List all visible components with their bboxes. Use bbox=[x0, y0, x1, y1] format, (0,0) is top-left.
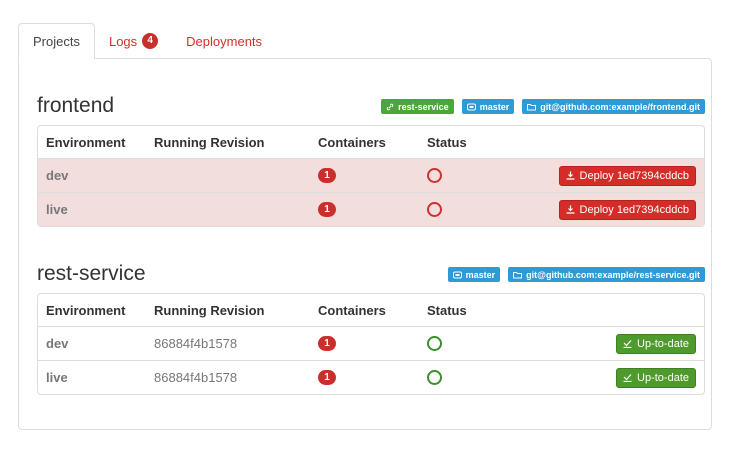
status-down-icon bbox=[427, 168, 442, 183]
up-to-date-button[interactable]: Up-to-date bbox=[616, 367, 696, 388]
containers-badge: 1 bbox=[318, 168, 336, 183]
repo-label-text: git@github.com:example/rest-service.git bbox=[526, 269, 700, 280]
containers-badge: 1 bbox=[318, 370, 336, 385]
check-download-icon bbox=[623, 340, 632, 348]
environments-table: Environment Running Revision Containers … bbox=[37, 125, 705, 227]
up-to-date-label: Up-to-date bbox=[637, 337, 689, 350]
header-status: Status bbox=[427, 134, 467, 150]
containers-cell: 1 bbox=[318, 159, 336, 192]
deploy-button-label: Deploy 1ed7394cddcb bbox=[579, 169, 689, 182]
status-cell bbox=[427, 159, 442, 192]
tab-bar: Projects Logs 4 Deployments bbox=[18, 23, 276, 59]
project-labels: master git@github.com:example/rest-servi… bbox=[447, 267, 705, 282]
branch-label[interactable]: master bbox=[447, 267, 501, 282]
project-frontend: frontend rest-service master git@github.… bbox=[37, 91, 705, 227]
folder-icon bbox=[527, 103, 537, 110]
action-cell: Up-to-date bbox=[616, 361, 696, 394]
header-environment: Environment bbox=[46, 134, 126, 150]
logs-count-badge: 4 bbox=[142, 33, 159, 49]
containers-badge: 1 bbox=[318, 336, 336, 351]
status-up-icon bbox=[427, 336, 442, 351]
env-name: dev bbox=[46, 336, 69, 351]
deploy-icon bbox=[566, 205, 575, 214]
tab-logs[interactable]: Logs 4 bbox=[95, 23, 172, 59]
up-to-date-button[interactable]: Up-to-date bbox=[616, 333, 696, 354]
action-cell: Deploy 1ed7394cddcb bbox=[558, 193, 696, 226]
branch-icon bbox=[452, 271, 462, 278]
repo-label[interactable]: git@github.com:example/frontend.git bbox=[522, 99, 705, 114]
containers-cell: 1 bbox=[318, 361, 336, 394]
projects-panel: frontend rest-service master git@github.… bbox=[18, 58, 712, 430]
tab-deployments[interactable]: Deployments bbox=[172, 23, 276, 59]
table-header-row: Environment Running Revision Containers … bbox=[38, 126, 704, 158]
up-to-date-label: Up-to-date bbox=[637, 371, 689, 384]
project-rest-service: rest-service master git@github.com:examp… bbox=[37, 259, 705, 395]
running-revision: 86884f4b1578 bbox=[154, 370, 238, 385]
check-download-icon bbox=[623, 374, 632, 382]
header-containers: Containers bbox=[318, 134, 386, 150]
status-up-icon bbox=[427, 370, 442, 385]
header-environment: Environment bbox=[46, 302, 126, 318]
deploy-icon bbox=[566, 171, 575, 180]
table-row: live 86884f4b1578 1 Up-to-date bbox=[38, 360, 704, 394]
header-status: Status bbox=[427, 302, 467, 318]
branch-icon bbox=[466, 103, 476, 110]
tab-projects-label: Projects bbox=[33, 33, 80, 49]
containers-badge: 1 bbox=[318, 202, 336, 217]
branch-label-text: master bbox=[479, 101, 510, 112]
table-row: dev 86884f4b1578 1 Up-to-date bbox=[38, 326, 704, 360]
deploy-button[interactable]: Deploy 1ed7394cddcb bbox=[558, 199, 696, 220]
tab-projects[interactable]: Projects bbox=[18, 23, 95, 59]
env-name: live bbox=[46, 202, 68, 217]
table-row: live 1 Deploy 1ed7394cddcb bbox=[38, 192, 704, 226]
action-cell: Deploy 1ed7394cddcb bbox=[558, 159, 696, 192]
header-revision: Running Revision bbox=[154, 302, 265, 318]
table-row: dev 1 Deploy 1ed7394cddcb bbox=[38, 158, 704, 192]
project-title: rest-service bbox=[37, 262, 146, 285]
project-title: frontend bbox=[37, 94, 115, 117]
environments-table: Environment Running Revision Containers … bbox=[37, 293, 705, 395]
tab-logs-label: Logs bbox=[108, 33, 138, 49]
link-icon bbox=[386, 103, 394, 110]
tab-deployments-label: Deployments bbox=[186, 33, 263, 49]
project-labels: rest-service master git@github.com:examp… bbox=[381, 99, 705, 114]
running-revision: 86884f4b1578 bbox=[154, 336, 238, 351]
branch-label[interactable]: master bbox=[461, 99, 515, 114]
repo-label[interactable]: git@github.com:example/rest-service.git bbox=[508, 267, 705, 282]
env-name: live bbox=[46, 370, 68, 385]
project-header: rest-service master git@github.com:examp… bbox=[37, 259, 705, 289]
branch-label-text: master bbox=[465, 269, 496, 280]
dependency-label[interactable]: rest-service bbox=[381, 99, 454, 114]
status-cell bbox=[427, 361, 442, 394]
deploy-button-label: Deploy 1ed7394cddcb bbox=[579, 203, 689, 216]
containers-cell: 1 bbox=[318, 193, 336, 226]
repo-label-text: git@github.com:example/frontend.git bbox=[540, 101, 700, 112]
status-cell bbox=[427, 193, 442, 226]
header-containers: Containers bbox=[318, 302, 386, 318]
header-revision: Running Revision bbox=[154, 134, 265, 150]
project-header: frontend rest-service master git@github.… bbox=[37, 91, 705, 121]
deploy-button[interactable]: Deploy 1ed7394cddcb bbox=[558, 165, 696, 186]
env-name: dev bbox=[46, 168, 69, 183]
table-header-row: Environment Running Revision Containers … bbox=[38, 294, 704, 326]
containers-cell: 1 bbox=[318, 327, 336, 360]
status-down-icon bbox=[427, 202, 442, 217]
action-cell: Up-to-date bbox=[616, 327, 696, 360]
folder-icon bbox=[513, 271, 523, 278]
dependency-label-text: rest-service bbox=[398, 101, 449, 112]
status-cell bbox=[427, 327, 442, 360]
